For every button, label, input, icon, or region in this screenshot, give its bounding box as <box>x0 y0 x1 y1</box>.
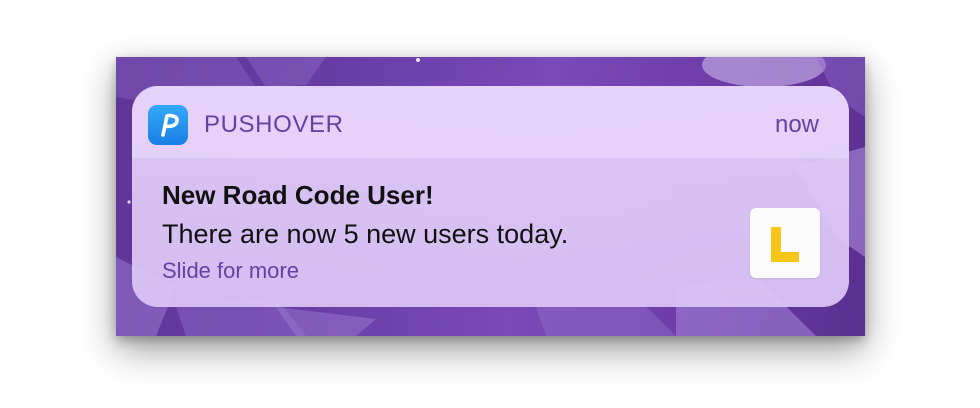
slide-for-more-hint: Slide for more <box>162 258 299 283</box>
l-plate-icon <box>771 227 799 262</box>
notification-message: There are now 5 new users today. <box>162 219 569 249</box>
notification-title: New Road Code User! <box>162 180 434 210</box>
lock-screen: PUSHOVER now New Road Code User! There a… <box>116 57 865 336</box>
app-name: PUSHOVER <box>204 111 344 138</box>
pushover-p-logo-icon <box>161 113 179 137</box>
pushover-app-icon <box>148 105 188 145</box>
notification-time: now <box>774 111 819 138</box>
notification-card[interactable]: PUSHOVER now New Road Code User! There a… <box>132 86 849 307</box>
attachment-thumbnail[interactable] <box>750 208 820 278</box>
